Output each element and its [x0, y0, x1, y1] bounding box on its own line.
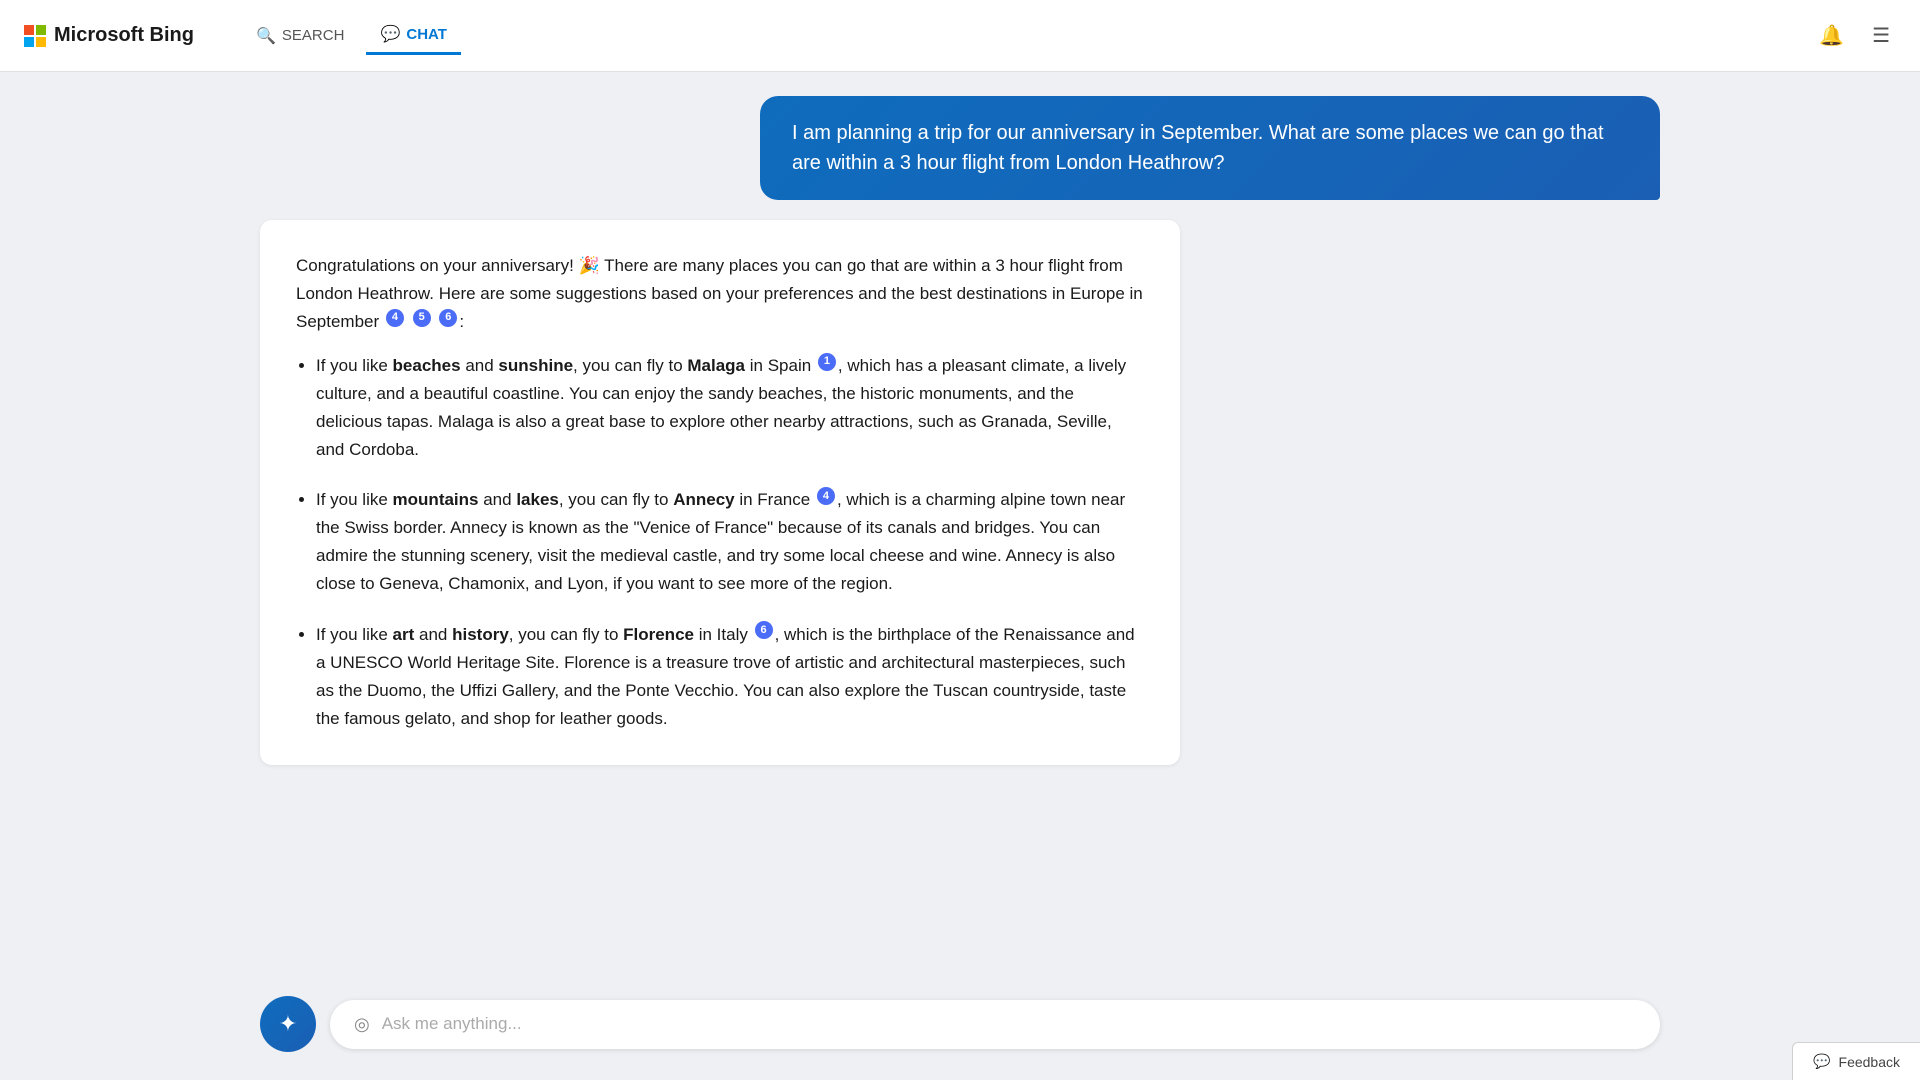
- bold-florence: Florence: [623, 625, 694, 644]
- bold-history: history: [452, 625, 509, 644]
- citation-4b[interactable]: 4: [817, 487, 835, 505]
- user-message: I am planning a trip for our anniversary…: [760, 96, 1660, 200]
- logo-square-yellow: [36, 37, 46, 47]
- logo-square-red: [24, 25, 34, 35]
- bold-beaches: beaches: [393, 356, 461, 375]
- bold-annecy: Annecy: [673, 490, 734, 509]
- nav-search-label: SEARCH: [282, 27, 345, 44]
- chat-area: I am planning a trip for our anniversary…: [0, 96, 1920, 984]
- ai-response: Congratulations on your anniversary! 🎉 T…: [260, 220, 1180, 765]
- bing-logo: Microsoft Bing: [24, 24, 194, 47]
- list-item-malaga: If you like beaches and sunshine, you ca…: [316, 352, 1144, 464]
- menu-button[interactable]: ☰: [1866, 17, 1896, 54]
- citation-6b[interactable]: 6: [755, 621, 773, 639]
- notification-button[interactable]: 🔔: [1813, 17, 1850, 54]
- ai-response-intro: Congratulations on your anniversary! 🎉 T…: [296, 252, 1144, 336]
- citation-1[interactable]: 1: [818, 353, 836, 371]
- bing-chat-button[interactable]: ✦: [260, 996, 316, 1052]
- main-content: I am planning a trip for our anniversary…: [0, 72, 1920, 1080]
- bold-sunshine: sunshine: [498, 356, 573, 375]
- list-item-annecy: If you like mountains and lakes, you can…: [316, 486, 1144, 598]
- citation-4[interactable]: 4: [386, 309, 404, 327]
- feedback-button[interactable]: 💬 Feedback: [1792, 1042, 1920, 1080]
- feedback-label: Feedback: [1839, 1054, 1900, 1070]
- citation-5[interactable]: 5: [413, 309, 431, 327]
- input-search-icon: ◎: [354, 1014, 370, 1035]
- nav-search[interactable]: 🔍 SEARCH: [242, 18, 358, 54]
- ai-response-list: If you like beaches and sunshine, you ca…: [316, 352, 1144, 733]
- bing-logo-squares: [24, 25, 46, 47]
- feedback-icon: 💬: [1813, 1053, 1830, 1070]
- chat-nav-icon: 💬: [380, 24, 400, 44]
- logo-square-blue: [24, 37, 34, 47]
- chat-input[interactable]: [382, 1014, 1636, 1034]
- search-input-wrapper: ◎: [330, 1000, 1660, 1049]
- logo-square-green: [36, 25, 46, 35]
- nav-chat[interactable]: 💬 CHAT: [366, 16, 460, 55]
- bing-btn-icon: ✦: [279, 1011, 297, 1037]
- bold-mountains: mountains: [393, 490, 479, 509]
- logo-text: Microsoft Bing: [54, 24, 194, 47]
- user-message-text: I am planning a trip for our anniversary…: [792, 122, 1604, 174]
- input-area: ✦ ◎: [0, 984, 1920, 1064]
- header-right: 🔔 ☰: [1813, 17, 1896, 54]
- citation-6a[interactable]: 6: [439, 309, 457, 327]
- bold-lakes: lakes: [516, 490, 559, 509]
- bold-art: art: [393, 625, 415, 644]
- list-item-florence: If you like art and history, you can fly…: [316, 621, 1144, 733]
- nav-items: 🔍 SEARCH 💬 CHAT: [242, 16, 461, 55]
- nav-chat-label: CHAT: [406, 26, 447, 43]
- search-nav-icon: 🔍: [256, 26, 276, 46]
- header: Microsoft Bing 🔍 SEARCH 💬 CHAT 🔔 ☰: [0, 0, 1920, 72]
- bold-malaga: Malaga: [687, 356, 745, 375]
- logo-area: Microsoft Bing: [24, 24, 194, 47]
